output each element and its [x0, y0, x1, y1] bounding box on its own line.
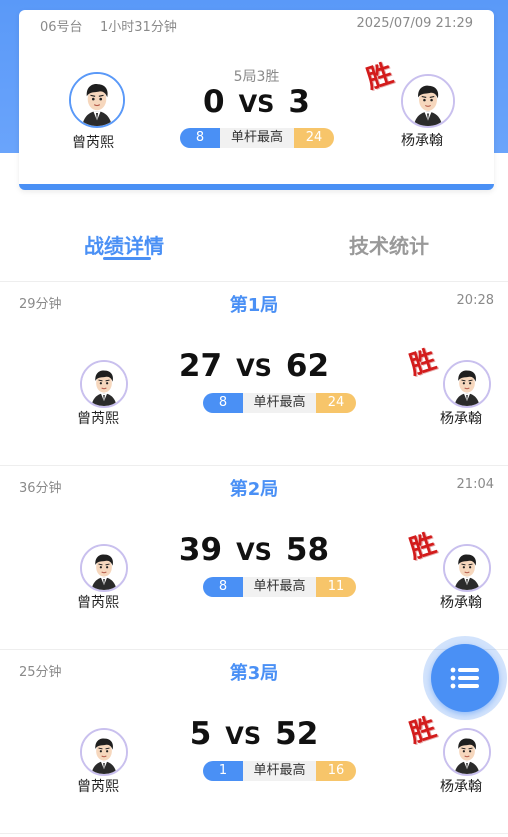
tab-technical-stats[interactable]: 技术统计 — [319, 230, 459, 259]
frame-card-1[interactable]: 29分钟 第1局 20:28 曾芮熙 27 VS 62 8 单杆最高 24 胜 杨承… — [0, 282, 508, 466]
match-duration: 1小时31分钟 — [100, 20, 177, 35]
menu-fab-button[interactable] — [431, 644, 499, 712]
frame-time: 21:04 — [456, 477, 494, 492]
tab-bar: 战绩详情 技术统计 — [0, 222, 508, 282]
right-player-avatar — [443, 544, 491, 592]
right-player-avatar — [443, 360, 491, 408]
left-high-break: 8 — [203, 393, 243, 413]
left-player-name: 曾芮熙 — [77, 779, 119, 795]
high-break-bar: 8 单杆最高 24 — [180, 128, 334, 148]
right-high-break: 24 — [316, 393, 356, 413]
list-icon — [450, 667, 479, 689]
right-frame-score: 62 — [285, 348, 330, 384]
match-datetime: 2025/07/09 21:29 — [356, 16, 473, 31]
right-high-break: 11 — [316, 577, 356, 597]
match-meta: 06号台 1小时31分钟 2025/07/09 21:29 — [19, 16, 494, 35]
table-number: 06号台 — [40, 20, 83, 35]
left-high-break: 8 — [203, 577, 243, 597]
right-player-name: 杨承翰 — [440, 779, 482, 795]
frame-high-break-bar: 8 单杆最高 24 — [203, 393, 356, 413]
right-high-break: 24 — [294, 128, 334, 148]
right-total-score: 3 — [288, 84, 310, 120]
match-summary-card: 06号台 1小时31分钟 2025/07/09 21:29 曾芮熙 5局3胜 0… — [19, 10, 494, 190]
vs-label: VS — [236, 354, 272, 382]
right-frame-score: 52 — [275, 716, 319, 752]
left-frame-score: 27 — [178, 348, 223, 384]
frame-time: 20:28 — [456, 293, 494, 308]
right-high-break: 16 — [316, 761, 356, 781]
left-player-name: 曾芮熙 — [72, 135, 114, 151]
frame-high-break-bar: 8 单杆最高 11 — [203, 577, 356, 597]
left-player-name: 曾芮熙 — [77, 595, 119, 611]
right-player-avatar[interactable] — [401, 74, 455, 128]
right-player-name: 杨承翰 — [401, 133, 443, 149]
active-tab-indicator — [103, 257, 151, 260]
right-player-name: 杨承翰 — [440, 595, 482, 611]
right-player-name: 杨承翰 — [440, 411, 482, 427]
tab-match-details[interactable]: 战绩详情 — [54, 230, 194, 259]
left-total-score: 0 — [202, 84, 225, 120]
right-frame-score: 58 — [285, 532, 330, 568]
frame-high-break-bar: 1 单杆最高 16 — [203, 761, 356, 781]
vs-label: VS — [236, 538, 272, 566]
frame-title: 第2局 — [229, 479, 279, 500]
menu-fab[interactable] — [423, 636, 507, 720]
left-high-break: 1 — [203, 761, 243, 781]
high-break-label: 单杆最高 — [243, 577, 316, 597]
vs-label: VS — [238, 90, 275, 118]
vs-label: VS — [225, 722, 262, 750]
left-high-break: 8 — [180, 128, 220, 148]
left-frame-score: 39 — [178, 532, 223, 568]
frame-title: 第1局 — [229, 295, 279, 316]
high-break-label: 单杆最高 — [243, 393, 316, 413]
left-player-name: 曾芮熙 — [77, 411, 119, 427]
high-break-label: 单杆最高 — [243, 761, 316, 781]
frame-card-2[interactable]: 36分钟 第2局 21:04 曾芮熙 39 VS 58 8 单杆最高 11 胜 杨承… — [0, 466, 508, 650]
high-break-label: 单杆最高 — [220, 128, 294, 148]
right-player-avatar — [443, 728, 491, 776]
left-frame-score: 5 — [189, 716, 212, 752]
